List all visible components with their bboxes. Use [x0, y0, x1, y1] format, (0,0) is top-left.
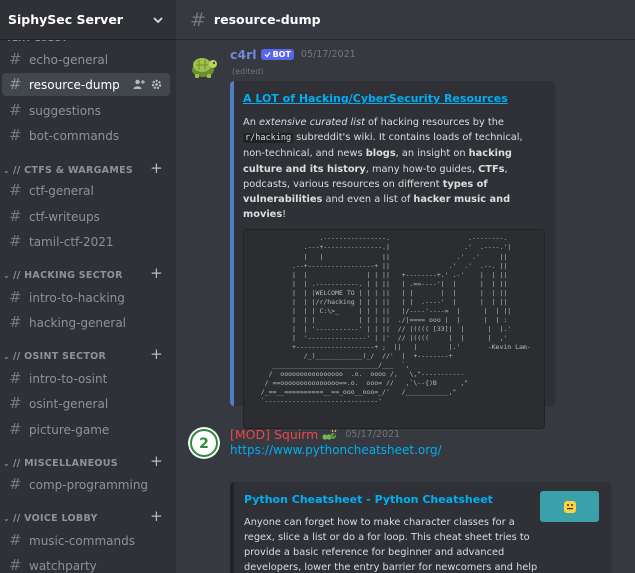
- channel-tamil-ctf-2021[interactable]: # tamil-ctf-2021: [2, 230, 170, 253]
- python-logo-icon: [563, 500, 576, 513]
- gear-icon[interactable]: [151, 79, 162, 90]
- channel-picture-game[interactable]: # picture-game: [2, 418, 170, 441]
- channel-label: comp-programming: [29, 477, 149, 492]
- hash-icon: #: [9, 369, 22, 387]
- channel-label: resource-dump: [29, 77, 120, 92]
- channel-label: hacking-general: [29, 315, 127, 330]
- caret-down-icon: ⌄: [3, 270, 11, 280]
- add-member-icon[interactable]: [133, 79, 145, 90]
- hash-icon: #: [9, 75, 22, 93]
- category-label: // HACKING SECTOR: [13, 269, 123, 281]
- channel-label: echo-general: [29, 52, 109, 67]
- channel-title: resource-dump: [213, 12, 321, 27]
- channel-label: tamil-ctf-2021: [29, 234, 114, 249]
- link-embed: A LOT of Hacking/CyberSecurity Resources…: [230, 81, 555, 430]
- channel-intro-to-osint[interactable]: # intro-to-osint: [2, 367, 170, 390]
- category-hacking-sector[interactable]: ⌄ // HACKING SECTOR +: [0, 264, 176, 283]
- hash-icon: #: [9, 475, 22, 493]
- author-name[interactable]: [MOD] Squirm: [230, 427, 318, 442]
- category-miscellaneous[interactable]: ⌄ // MISCELLANEOUS +: [0, 452, 176, 471]
- caret-down-icon: ⌄: [3, 351, 11, 361]
- channel-sidebar: SiphySec Server TEXT LOBBY # echo-genera…: [0, 0, 176, 573]
- add-channel-icon[interactable]: +: [150, 264, 163, 282]
- channel-label: watchparty: [29, 558, 97, 573]
- message-list: c4rl BOT 05/17/2021 (edited) A LOT of Ha…: [176, 41, 635, 573]
- ascii-art-codeblock: .----------------. .--------. .---+-----…: [243, 229, 545, 430]
- caterpillar-icon: [322, 429, 337, 440]
- channel-label: osint-general: [29, 396, 109, 411]
- channel-label: ctf-writeups: [29, 209, 100, 224]
- author-name[interactable]: c4rl: [230, 47, 257, 62]
- channel-label: bot-commands: [29, 128, 120, 143]
- hash-icon: #: [9, 420, 22, 438]
- avatar[interactable]: [188, 50, 220, 82]
- channel-intro-to-hacking[interactable]: # intro-to-hacking: [2, 286, 170, 309]
- channel-music-commands[interactable]: # music-commands: [2, 529, 170, 552]
- ascii-art: .----------------. .--------. .---+-----…: [260, 234, 531, 406]
- embed-description: An extensive curated list of hacking res…: [243, 117, 523, 221]
- channel-watchparty[interactable]: # watchparty: [2, 554, 170, 573]
- avatar[interactable]: 2: [188, 427, 220, 459]
- hash-icon: #: [9, 207, 22, 225]
- hash-icon: #: [9, 556, 22, 573]
- check-icon: [264, 52, 271, 58]
- hash-icon: #: [190, 8, 206, 31]
- hash-icon: #: [9, 101, 22, 119]
- add-channel-icon[interactable]: +: [150, 159, 163, 177]
- bot-label: BOT: [272, 50, 291, 59]
- edited-marker: (edited): [232, 67, 264, 76]
- add-channel-icon[interactable]: +: [150, 452, 163, 470]
- category-label: // MISCELLANEOUS: [13, 457, 118, 469]
- link-embed: Python Cheatsheet - Python Cheatsheet An…: [230, 482, 611, 573]
- hash-icon: #: [9, 394, 22, 412]
- hash-icon: #: [9, 50, 22, 68]
- channel-echo-general[interactable]: # echo-general: [2, 48, 170, 71]
- category-ctfs-wargames[interactable]: ⌄ // CTFS & WARGAMES +: [0, 159, 176, 178]
- caret-down-icon: ⌄: [3, 458, 11, 468]
- inline-code: r/hacking: [243, 133, 294, 144]
- hash-icon: #: [9, 126, 22, 144]
- chat-area: # resource-dump c4rl BOT 05/17/2021 (edi…: [176, 0, 635, 573]
- hash-icon: #: [9, 531, 22, 549]
- category-voice-lobby[interactable]: ⌄ // VOICE LOBBY +: [0, 507, 176, 526]
- channel-label: picture-game: [29, 422, 110, 437]
- channel-bot-commands[interactable]: # bot-commands: [2, 124, 170, 147]
- channel-label: suggestions: [29, 103, 101, 118]
- hash-icon: #: [9, 181, 22, 199]
- channel-ctf-general[interactable]: # ctf-general: [2, 179, 170, 202]
- bot-badge: BOT: [260, 49, 294, 60]
- channel-osint-general[interactable]: # osint-general: [2, 392, 170, 415]
- channel-label: intro-to-hacking: [29, 290, 125, 305]
- caret-down-icon: ⌄: [3, 513, 11, 523]
- channel-label: intro-to-osint: [29, 371, 108, 386]
- channel-resource-dump[interactable]: # resource-dump: [2, 73, 170, 96]
- server-name: SiphySec Server: [8, 12, 123, 27]
- category-label: // VOICE LOBBY: [13, 512, 98, 524]
- channel-label: ctf-general: [29, 183, 94, 198]
- hash-icon: #: [9, 232, 22, 250]
- hash-icon: #: [9, 313, 22, 331]
- hash-icon: #: [9, 288, 22, 306]
- channel-header: # resource-dump: [176, 0, 635, 40]
- add-channel-icon[interactable]: +: [150, 345, 163, 363]
- embed-title[interactable]: A LOT of Hacking/CyberSecurity Resources: [243, 92, 544, 105]
- timestamp: 05/17/2021: [300, 49, 356, 60]
- server-header[interactable]: SiphySec Server: [0, 0, 176, 40]
- embed-thumbnail[interactable]: [540, 491, 599, 522]
- category-osint-sector[interactable]: ⌄ // OSINT SECTOR +: [0, 345, 176, 364]
- channel-label: music-commands: [29, 533, 135, 548]
- channel-suggestions[interactable]: # suggestions: [2, 99, 170, 122]
- category-label: // CTFS & WARGAMES: [13, 164, 133, 176]
- channel-comp-programming[interactable]: # comp-programming: [2, 473, 170, 496]
- chevron-down-icon: [153, 16, 163, 23]
- svg-text:2: 2: [199, 436, 209, 452]
- timestamp: 05/17/2021: [345, 429, 401, 440]
- caret-down-icon: ⌄: [3, 165, 11, 175]
- category-label: // OSINT SECTOR: [13, 350, 107, 362]
- message-link[interactable]: https://www.pythoncheatsheet.org/: [230, 443, 442, 457]
- channel-hacking-general[interactable]: # hacking-general: [2, 311, 170, 334]
- add-channel-icon[interactable]: +: [150, 507, 163, 525]
- channel-ctf-writeups[interactable]: # ctf-writeups: [2, 205, 170, 228]
- embed-description: Anyone can forget how to make character …: [244, 517, 538, 573]
